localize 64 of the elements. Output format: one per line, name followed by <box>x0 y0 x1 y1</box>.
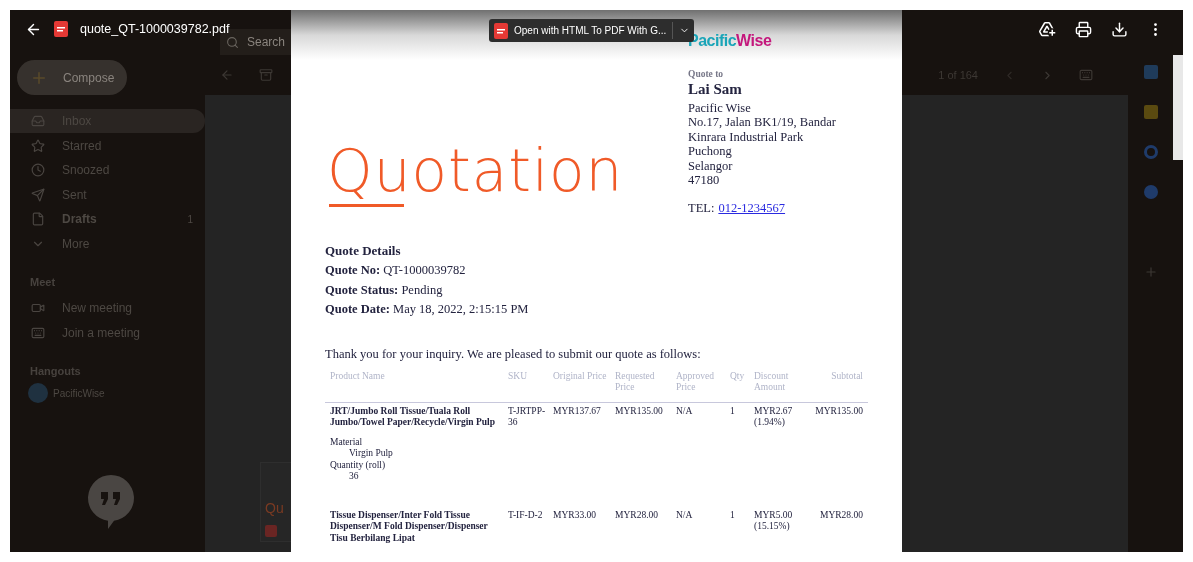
table-cell: MYR135.00 <box>615 405 663 416</box>
intro-text: Thank you for your inquiry. We are pleased to submit our quote as follows: <box>325 346 702 362</box>
plus-icon[interactable] <box>1143 265 1158 279</box>
table-cell: MYR5.00 (15.15%) <box>754 509 793 532</box>
inbox-icon <box>31 114 45 128</box>
option-name: Quantity (roll) <box>330 459 387 472</box>
product-name: Tissue Dispenser/Inter Fold Tissue Dispenser/M Fold Dispenser/Dispenser Tisu Berbilang Lipat <box>330 509 489 545</box>
address-line: Pacific Wise <box>688 101 752 116</box>
file-icon <box>31 212 45 226</box>
column-header: Qty <box>730 370 745 381</box>
star-icon <box>31 138 45 153</box>
detail-line: Quote No: QT-1000039782 <box>325 263 467 279</box>
table-cell: MYR137.67 <box>553 405 601 416</box>
column-header: Subtotal <box>831 370 863 381</box>
table-cell: 1 <box>730 509 735 520</box>
option-name: Material <box>330 436 364 449</box>
detail-line: Quote Date: May 18, 2022, 2:15:15 PM <box>325 302 530 318</box>
quotation-title: Quotation <box>327 142 625 200</box>
address-line: 47180 <box>688 173 721 188</box>
keyboard-icon <box>31 325 45 340</box>
column-header: Discount Amount <box>754 370 789 393</box>
pdf-file-icon <box>54 21 68 38</box>
speech-bubble-icon <box>88 475 134 529</box>
table-cell: T-JRTPP-36 <box>508 405 546 428</box>
column-header: SKU <box>508 370 527 381</box>
add-to-drive-icon[interactable] <box>1038 20 1056 38</box>
option-value: Virgin Pulp <box>348 448 394 460</box>
download-icon[interactable] <box>1111 20 1128 38</box>
table-cell: N/A <box>676 405 693 416</box>
table-cell: MYR28.00 <box>615 509 659 520</box>
table-cell: T-IF-D-2 <box>508 509 543 520</box>
keyboard-icon[interactable] <box>1079 68 1093 82</box>
attachment-card[interactable]: Qu <box>260 462 291 542</box>
column-header: Approved Price <box>676 370 714 393</box>
clock-icon <box>31 163 45 177</box>
tel-label: TEL: <box>688 201 715 216</box>
product-name: JRT/Jumbo Roll Tissue/Tuala Roll Jumbo/Towel Paper/Recycle/Virgin Pulp <box>330 405 496 429</box>
quote-to-label: Quote to <box>688 69 725 80</box>
section-heading: Quote Details <box>325 243 402 260</box>
print-icon[interactable] <box>1075 20 1092 38</box>
address-line: Selangor <box>688 158 734 174</box>
customer-name: Lai Sam <box>688 80 743 98</box>
table-cell: N/A <box>676 509 693 520</box>
table-cell: MYR2.67 (1.94%) <box>754 405 793 428</box>
send-icon <box>31 187 45 202</box>
table-cell: MYR28.00 <box>819 509 863 520</box>
table-cell: MYR135.00 <box>815 405 863 416</box>
address-line: Kinrara Industrial Park <box>688 129 805 145</box>
address-line: Puchong <box>688 144 733 159</box>
table-cell: 1 <box>730 405 735 416</box>
compose-button[interactable]: Compose <box>17 60 127 95</box>
phone-link[interactable]: 012-1234567 <box>718 201 786 216</box>
option-value: 36 <box>348 471 360 483</box>
column-header: Requested Price <box>615 370 655 393</box>
table-cell: MYR33.00 <box>553 509 597 520</box>
archive-icon[interactable] <box>259 68 273 82</box>
column-header: Product Name <box>330 370 385 381</box>
pdf-file-icon <box>494 22 508 39</box>
address-line: No.17, Jalan BK1/19, Bandar <box>688 115 836 130</box>
column-header: Original Price <box>553 370 607 381</box>
avatar <box>28 383 48 403</box>
video-icon <box>31 301 45 315</box>
detail-line: Quote Status: Pending <box>325 282 444 299</box>
search-icon <box>226 35 239 49</box>
